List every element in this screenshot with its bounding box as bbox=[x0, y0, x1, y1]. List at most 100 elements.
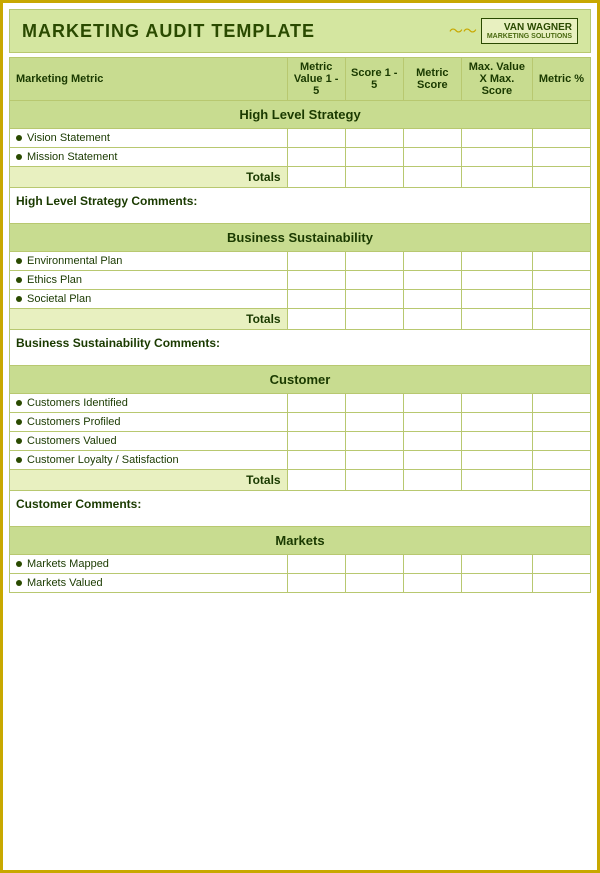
totals-label: Totals bbox=[10, 470, 288, 491]
totals-max bbox=[461, 167, 532, 188]
bullet-icon bbox=[16, 135, 22, 141]
bullet-icon bbox=[16, 277, 22, 283]
bullet-icon bbox=[16, 419, 22, 425]
totals-score bbox=[345, 309, 403, 330]
max-value-cell bbox=[461, 574, 532, 593]
logo-sub: MARKETING SOLUTIONS bbox=[487, 33, 572, 40]
metric-value-cell[interactable] bbox=[287, 413, 345, 432]
metric-value-cell[interactable] bbox=[287, 129, 345, 148]
score-cell[interactable] bbox=[345, 394, 403, 413]
item-label: Environmental Plan bbox=[10, 252, 288, 271]
score-cell[interactable] bbox=[345, 574, 403, 593]
metric-score-cell bbox=[403, 451, 461, 470]
bullet-icon bbox=[16, 438, 22, 444]
metric-pct-cell bbox=[532, 413, 590, 432]
col-header-score: Score 1 - 5 bbox=[345, 58, 403, 101]
totals-mv bbox=[287, 167, 345, 188]
totals-pct bbox=[532, 470, 590, 491]
metric-value-cell[interactable] bbox=[287, 394, 345, 413]
totals-pct bbox=[532, 309, 590, 330]
bullet-icon bbox=[16, 400, 22, 406]
col-header-ms: Metric Score bbox=[403, 58, 461, 101]
table-row: Markets Valued bbox=[10, 574, 591, 593]
metric-pct-cell bbox=[532, 574, 590, 593]
metric-score-cell bbox=[403, 129, 461, 148]
metric-pct-cell bbox=[532, 555, 590, 574]
totals-row-business-sustainability: Totals bbox=[10, 309, 591, 330]
comments-label-business-sustainability: Business Sustainability Comments: bbox=[10, 330, 591, 366]
table-row: Ethics Plan bbox=[10, 271, 591, 290]
col-header-max: Max. Value X Max. Score bbox=[461, 58, 532, 101]
totals-mv bbox=[287, 470, 345, 491]
comments-label-high-level-strategy: High Level Strategy Comments: bbox=[10, 188, 591, 224]
metric-score-cell bbox=[403, 148, 461, 167]
comments-row-high-level-strategy: High Level Strategy Comments: bbox=[10, 188, 591, 224]
audit-table: Marketing Metric Metric Value 1 - 5 Scor… bbox=[9, 57, 591, 593]
item-label: Markets Valued bbox=[10, 574, 288, 593]
metric-pct-cell bbox=[532, 451, 590, 470]
score-cell[interactable] bbox=[345, 252, 403, 271]
totals-row-customer: Totals bbox=[10, 470, 591, 491]
totals-label: Totals bbox=[10, 309, 288, 330]
metric-score-cell bbox=[403, 271, 461, 290]
table-row: Societal Plan bbox=[10, 290, 591, 309]
metric-score-cell bbox=[403, 574, 461, 593]
metric-score-cell bbox=[403, 290, 461, 309]
metric-value-cell[interactable] bbox=[287, 290, 345, 309]
item-label: Customers Identified bbox=[10, 394, 288, 413]
score-cell[interactable] bbox=[345, 555, 403, 574]
max-value-cell bbox=[461, 129, 532, 148]
section-header-markets: Markets bbox=[10, 527, 591, 555]
bullet-icon bbox=[16, 457, 22, 463]
metric-pct-cell bbox=[532, 290, 590, 309]
totals-ms bbox=[403, 167, 461, 188]
table-row: Customer Loyalty / Satisfaction bbox=[10, 451, 591, 470]
metric-value-cell[interactable] bbox=[287, 432, 345, 451]
totals-score bbox=[345, 167, 403, 188]
max-value-cell bbox=[461, 271, 532, 290]
table-row: Customers Identified bbox=[10, 394, 591, 413]
table-row: Markets Mapped bbox=[10, 555, 591, 574]
item-label: Markets Mapped bbox=[10, 555, 288, 574]
metric-value-cell[interactable] bbox=[287, 555, 345, 574]
item-label: Ethics Plan bbox=[10, 271, 288, 290]
page-header: MARKETING AUDIT TEMPLATE 〜〜 VAN WAGNER M… bbox=[9, 9, 591, 53]
wave-icon: 〜〜 bbox=[449, 21, 477, 41]
totals-mv bbox=[287, 309, 345, 330]
bullet-icon bbox=[16, 580, 22, 586]
section-title-markets: Markets bbox=[10, 527, 591, 555]
item-label: Customers Valued bbox=[10, 432, 288, 451]
score-cell[interactable] bbox=[345, 413, 403, 432]
logo-text: VAN WAGNER MARKETING SOLUTIONS bbox=[481, 18, 578, 44]
bullet-icon bbox=[16, 561, 22, 567]
bullet-icon bbox=[16, 154, 22, 160]
metric-value-cell[interactable] bbox=[287, 451, 345, 470]
metric-value-cell[interactable] bbox=[287, 574, 345, 593]
score-cell[interactable] bbox=[345, 432, 403, 451]
score-cell[interactable] bbox=[345, 271, 403, 290]
section-title-business-sustainability: Business Sustainability bbox=[10, 224, 591, 252]
score-cell[interactable] bbox=[345, 451, 403, 470]
item-label: Customers Profiled bbox=[10, 413, 288, 432]
totals-ms bbox=[403, 470, 461, 491]
score-cell[interactable] bbox=[345, 129, 403, 148]
comments-row-customer: Customer Comments: bbox=[10, 491, 591, 527]
section-header-high-level-strategy: High Level Strategy bbox=[10, 101, 591, 129]
table-row: Environmental Plan bbox=[10, 252, 591, 271]
item-label: Mission Statement bbox=[10, 148, 288, 167]
bullet-icon bbox=[16, 258, 22, 264]
metric-value-cell[interactable] bbox=[287, 148, 345, 167]
section-title-customer: Customer bbox=[10, 366, 591, 394]
section-header-business-sustainability: Business Sustainability bbox=[10, 224, 591, 252]
metric-pct-cell bbox=[532, 129, 590, 148]
metric-value-cell[interactable] bbox=[287, 271, 345, 290]
max-value-cell bbox=[461, 290, 532, 309]
page: MARKETING AUDIT TEMPLATE 〜〜 VAN WAGNER M… bbox=[0, 0, 600, 873]
col-header-pct: Metric % bbox=[532, 58, 590, 101]
score-cell[interactable] bbox=[345, 290, 403, 309]
metric-pct-cell bbox=[532, 432, 590, 451]
metric-score-cell bbox=[403, 555, 461, 574]
score-cell[interactable] bbox=[345, 148, 403, 167]
metric-value-cell[interactable] bbox=[287, 252, 345, 271]
item-label: Societal Plan bbox=[10, 290, 288, 309]
